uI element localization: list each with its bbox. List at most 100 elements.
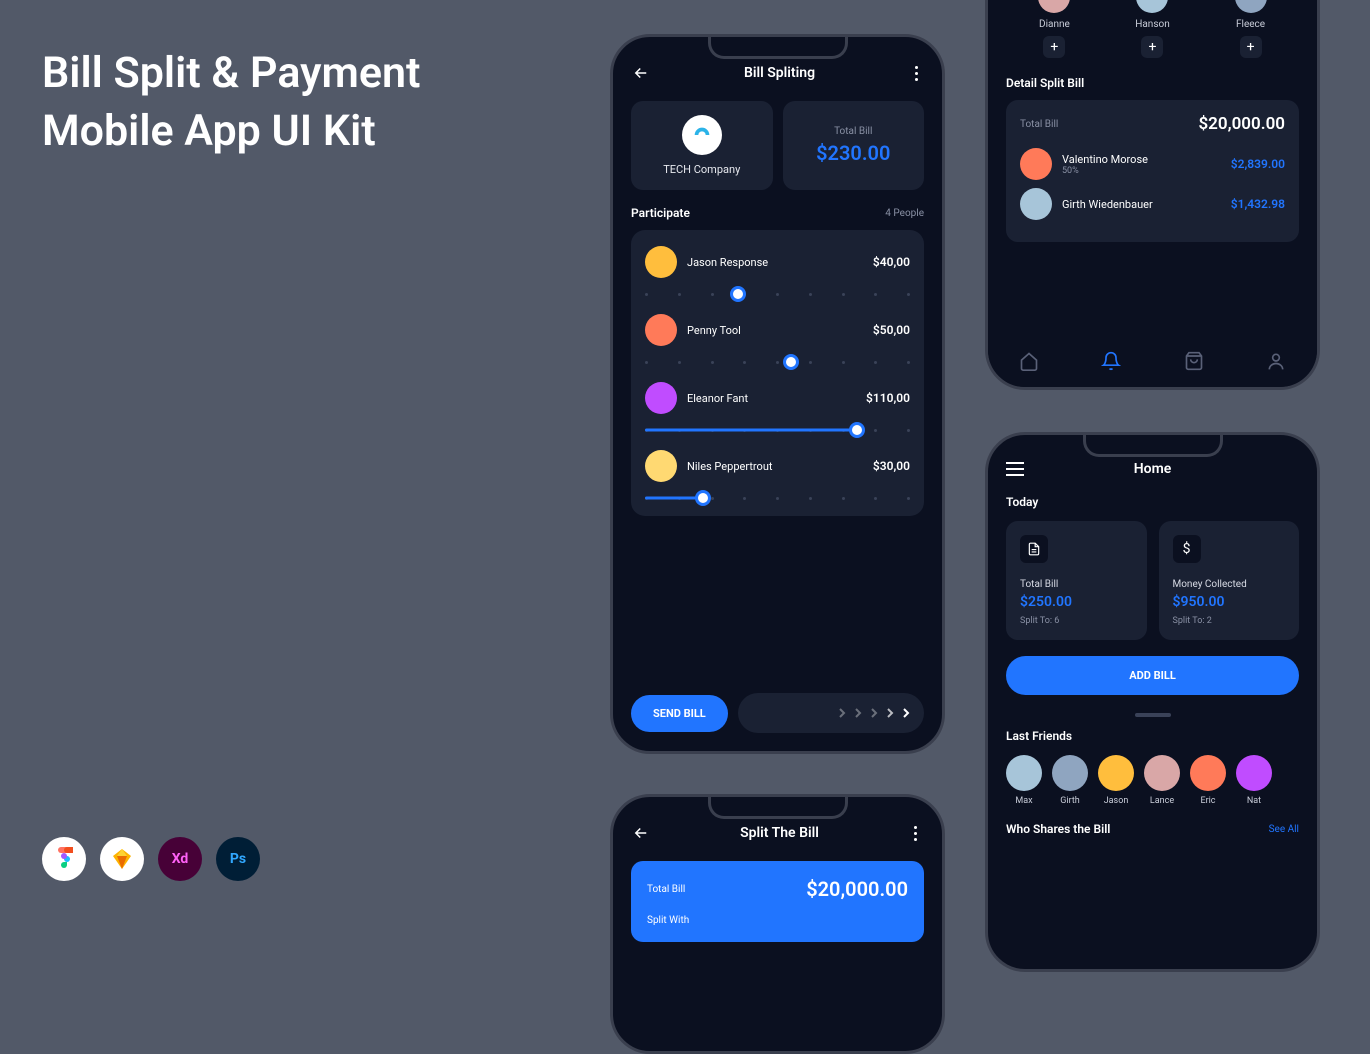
hero-line1: Bill Split & Payment [42,44,420,102]
amount-slider[interactable] [645,496,910,500]
friend-item[interactable]: Nat [1236,755,1272,806]
stat-card-total-bill[interactable]: Total Bill $250.00 Split To: 6 [1006,521,1147,640]
participant-row: Jason Response $40,00 [645,246,910,296]
friend-name: Fleece [1236,19,1265,30]
see-all-link[interactable]: See All [1269,824,1299,835]
avatar [1052,755,1088,791]
dollar-icon: $ [1173,535,1201,563]
friend-item[interactable]: Max [1006,755,1042,806]
participant-amount: $30,00 [873,459,910,473]
participant-name: Eleanor Fant [687,392,856,405]
split-name: Valentino Morose [1062,153,1221,166]
avatar [1020,188,1052,220]
hero-title: Bill Split & Payment Mobile App UI Kit [42,44,420,160]
split-row: Girth Wiedenbauer $1,432.98 [1020,188,1285,220]
participant-name: Penny Tool [687,324,863,337]
detail-split-title: Detail Split Bill [1006,76,1299,90]
back-icon[interactable] [631,63,651,83]
avatar [1006,755,1042,791]
avatar [645,246,677,278]
tab-bag-icon[interactable] [1184,351,1204,371]
friend-name: Girth [1060,796,1080,806]
add-bill-button[interactable]: ADD BILL [1006,656,1299,695]
notch [708,37,848,59]
friend-name: Lance [1150,796,1174,806]
tab-bell-icon[interactable] [1101,351,1121,371]
split-row: Valentino Morose 50% $2,839.00 [1020,148,1285,180]
total-bill-label: Total Bill [834,126,872,137]
friend-item[interactable]: Lance [1144,755,1180,806]
friend-item: Dianne + [1038,0,1070,58]
tab-user-icon[interactable] [1266,351,1286,371]
participant-name: Niles Peppertrout [687,460,863,473]
split-amount: $1,432.98 [1231,197,1285,211]
friend-item[interactable]: Eric [1190,755,1226,806]
avatar [1236,755,1272,791]
stat-label: Money Collected [1173,579,1286,590]
back-icon[interactable] [631,823,651,843]
participant-amount: $110,00 [866,391,910,405]
friend-name: Max [1015,796,1032,806]
screen-title: Bill Spliting [744,65,815,81]
avatar [645,382,677,414]
send-bill-button[interactable]: SEND BILL [631,695,728,732]
participant-amount: $40,00 [873,255,910,269]
split-pct: 50% [1062,166,1221,176]
file-icon [1020,535,1048,563]
tool-icons-row: Xd Ps [42,837,260,881]
total-bill-card: Total Bill $230.00 [783,101,925,190]
tab-home-icon[interactable] [1019,351,1039,371]
people-count: 4 People [885,208,924,219]
split-amount: $2,839.00 [1231,157,1285,171]
participant-amount: $50,00 [873,323,910,337]
friend-item[interactable]: Jason [1098,755,1134,806]
phone-bill-splitting: Bill Spliting TECH Company Total Bill $2… [610,34,945,754]
avatar [1190,755,1226,791]
participants-card: Jason Response $40,00 Penny Tool $50,00 [631,230,924,516]
stat-meta: Split To: 2 [1173,616,1286,626]
company-logo-icon [682,115,722,155]
total-bill-blue-card: Total Bill $20,000.00 Split With [631,861,924,942]
phone-detail-split: Dianne + Hanson + Fleece + Detail Split … [985,0,1320,390]
add-friend-button[interactable]: + [1043,36,1065,58]
participate-label: Participate [631,206,690,220]
more-icon[interactable] [908,826,924,841]
stat-value: $250.00 [1020,594,1133,610]
menu-icon[interactable] [1006,462,1024,476]
friend-item[interactable]: Girth [1052,755,1088,806]
phone-home: Home Today Total Bill $250.00 Split To: … [985,432,1320,972]
company-name: TECH Company [663,163,740,176]
notch [708,797,848,819]
avatar [645,450,677,482]
avatar [645,314,677,346]
participant-name: Jason Response [687,256,863,269]
friend-name: Dianne [1039,19,1070,30]
stat-card-money-collected[interactable]: $ Money Collected $950.00 Split To: 2 [1159,521,1300,640]
last-friends-row[interactable]: Max Girth Jason Lance Eric Nat [1006,755,1299,806]
more-icon[interactable] [908,66,924,81]
avatar [1098,755,1134,791]
avatar [1144,755,1180,791]
amount-slider[interactable] [645,292,910,296]
add-friend-button[interactable]: + [1141,36,1163,58]
sheet-grip[interactable] [1135,713,1171,717]
ps-icon: Ps [216,837,260,881]
add-friend-button[interactable]: + [1240,36,1262,58]
avatar [1038,0,1070,13]
total-bill-label: Total Bill [647,884,685,895]
avatar [1235,0,1267,13]
stat-value: $950.00 [1173,594,1286,610]
who-shares-title: Who Shares the Bill [1006,822,1110,836]
sketch-icon [100,837,144,881]
participant-row: Penny Tool $50,00 [645,314,910,364]
split-name: Girth Wiedenbauer [1062,198,1221,211]
hero-line2: Mobile App UI Kit [42,102,420,160]
detail-split-card: Total Bill $20,000.00 Valentino Morose 5… [1006,100,1299,242]
amount-slider[interactable] [645,360,910,364]
split-with-label: Split With [647,915,908,926]
amount-slider[interactable] [645,428,910,432]
figma-icon [42,837,86,881]
swipe-arrows[interactable] [738,693,924,733]
friend-name: Jason [1104,796,1129,806]
total-bill-amount: $20,000.00 [806,877,908,901]
